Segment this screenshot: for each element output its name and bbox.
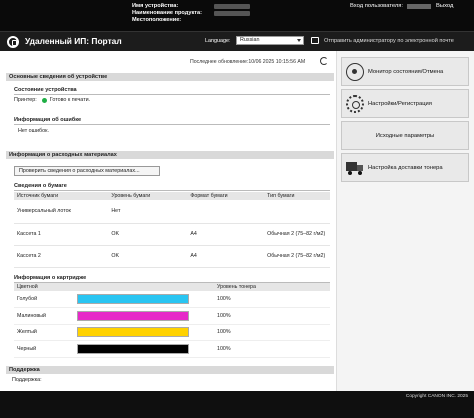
error-text: Нет ошибок. bbox=[18, 128, 49, 134]
column-header: Цветной bbox=[14, 283, 214, 291]
paper-source: Универсальный лоток bbox=[14, 200, 109, 224]
table-header-row: Цветной Уровень тонера bbox=[14, 283, 330, 291]
table-row: Черный 100% bbox=[14, 340, 330, 358]
paper-level: OK bbox=[108, 245, 188, 268]
check-consumables-button[interactable]: Проверить сведения о расходных материала… bbox=[14, 166, 160, 176]
truck-icon bbox=[346, 159, 364, 177]
paper-type: Обычная 2 (75–82 г/м2) bbox=[264, 245, 330, 268]
table-row: Универсальный лоток Нет bbox=[14, 200, 330, 224]
support-label: Поддержка: bbox=[12, 377, 42, 383]
product-name-label: Наименование продукта: bbox=[132, 10, 202, 17]
printer-status-line: Принтер: Готово к печати. bbox=[14, 97, 90, 103]
mail-admin-link[interactable]: Отправить администратору по электронной … bbox=[324, 38, 454, 44]
copyright: Copyright CANON INC. 2025 bbox=[405, 394, 468, 399]
cartridge-name: Желтый bbox=[14, 324, 74, 341]
login-user-id bbox=[407, 3, 432, 9]
sidebar: Монитор состояния/Отмена Настройки/Регис… bbox=[336, 51, 474, 391]
section-support: Поддержка bbox=[6, 366, 334, 374]
paper-format: A4 bbox=[187, 245, 265, 268]
paper-format bbox=[187, 200, 265, 224]
paper-type: Обычная 2 (75–82 г/м2) bbox=[264, 223, 330, 246]
cartridge-name: Голубой bbox=[14, 291, 74, 308]
status-ok-icon bbox=[41, 97, 47, 103]
divider bbox=[14, 124, 330, 125]
last-update-text: Последнее обновление:10/06 2025 10:15:56… bbox=[190, 59, 306, 65]
device-state-heading: Состояние устройства bbox=[14, 87, 77, 93]
sidebar-button-label: Настройки/Регистрация bbox=[368, 100, 432, 107]
divider bbox=[14, 94, 330, 95]
product-name-value bbox=[214, 11, 250, 17]
paper-level: Нет bbox=[108, 200, 188, 224]
printer-label: Принтер: bbox=[14, 97, 37, 103]
toner-level-bar bbox=[77, 310, 189, 321]
cartridge-name: Черный bbox=[14, 340, 74, 358]
cartridge-heading: Информация о картридже bbox=[14, 275, 87, 281]
cartridge-name: Малиновый bbox=[14, 307, 74, 325]
paper-source: Кассета 2 bbox=[14, 245, 109, 268]
logout-link[interactable]: Выход bbox=[436, 3, 453, 9]
language-label: Language: bbox=[205, 38, 231, 44]
section-basic-info: Основные сведения об устройстве bbox=[6, 73, 334, 81]
table-header-row: Источник бумаги Уровень бумаги Формат бу… bbox=[14, 192, 330, 200]
column-header: Формат бумаги bbox=[187, 192, 265, 200]
paper-source: Кассета 1 bbox=[14, 223, 109, 246]
toner-level-bar bbox=[77, 294, 189, 304]
table-row: Голубой 100% bbox=[14, 291, 330, 308]
table-row: Кассета 2 OK A4 Обычная 2 (75–82 г/м2) bbox=[14, 245, 330, 268]
main-content: Последнее обновление:10/06 2025 10:15:56… bbox=[0, 51, 474, 391]
paper-level: OK bbox=[108, 223, 188, 246]
language-select[interactable]: Russian bbox=[236, 36, 304, 45]
chevron-down-icon bbox=[297, 39, 301, 42]
toner-delivery-button[interactable]: Настройка доставки тонера bbox=[341, 153, 469, 182]
printer-status: Готово к печати. bbox=[49, 97, 91, 103]
divider bbox=[14, 190, 330, 191]
language-value: Russian bbox=[240, 37, 260, 43]
toner-level: 100% bbox=[214, 324, 330, 341]
column-header: Уровень бумаги bbox=[108, 192, 188, 200]
portal-logo-icon bbox=[7, 36, 19, 48]
portal-bar: Удаленный ИП: Портал Language: Russian О… bbox=[0, 31, 474, 51]
device-name-value bbox=[214, 4, 250, 9]
gear-icon bbox=[346, 94, 364, 113]
section-consumables: Информация о расходных материалах bbox=[6, 151, 334, 159]
device-name-label: Имя устройства: bbox=[132, 3, 179, 9]
device-info: Имя устройства: Наименование продукта: М… bbox=[132, 3, 250, 25]
top-header: Имя устройства: Наименование продукта: М… bbox=[0, 0, 474, 31]
refresh-icon[interactable] bbox=[320, 57, 328, 65]
eye-icon bbox=[346, 62, 364, 81]
paper-table: Источник бумаги Уровень бумаги Формат бу… bbox=[14, 192, 330, 268]
column-header: Уровень тонера bbox=[214, 283, 330, 291]
toner-level-bar bbox=[77, 343, 189, 354]
paper-format: A4 bbox=[187, 223, 265, 246]
basic-settings-button[interactable]: Исходные параметры bbox=[341, 121, 469, 150]
error-info-heading: Информация об ошибке bbox=[14, 117, 82, 123]
status-monitor-button[interactable]: Монитор состояния/Отмена bbox=[341, 57, 469, 86]
toner-level: 100% bbox=[214, 340, 330, 358]
paper-type bbox=[264, 200, 330, 224]
login-user-label: Вход пользователя: bbox=[350, 3, 404, 9]
column-header: Тип бумаги bbox=[264, 192, 330, 200]
toner-level: 100% bbox=[214, 291, 330, 308]
table-row: Желтый 100% bbox=[14, 324, 330, 341]
settings-registration-button[interactable]: Настройки/Регистрация bbox=[341, 89, 469, 118]
toner-level-bar bbox=[77, 327, 189, 338]
sidebar-button-label: Настройка доставки тонера bbox=[368, 164, 443, 171]
user-box: Вход пользователя: Выход bbox=[350, 3, 453, 9]
table-row: Малиновый 100% bbox=[14, 307, 330, 325]
table-row: Кассета 1 OK A4 Обычная 2 (75–82 г/м2) bbox=[14, 223, 330, 246]
paper-heading: Сведения о бумаге bbox=[14, 183, 67, 189]
footer: Copyright CANON INC. 2025 bbox=[0, 391, 474, 418]
toner-level: 100% bbox=[214, 307, 330, 325]
sidebar-button-label: Исходные параметры bbox=[375, 132, 435, 139]
portal-title: Удаленный ИП: Портал bbox=[25, 36, 122, 46]
column-header: Источник бумаги bbox=[14, 192, 109, 200]
mail-icon[interactable] bbox=[311, 37, 319, 44]
location-label: Местоположение: bbox=[132, 17, 182, 24]
sidebar-button-label: Монитор состояния/Отмена bbox=[368, 68, 444, 75]
cartridge-table: Цветной Уровень тонера Голубой 100% Мали… bbox=[14, 283, 330, 358]
